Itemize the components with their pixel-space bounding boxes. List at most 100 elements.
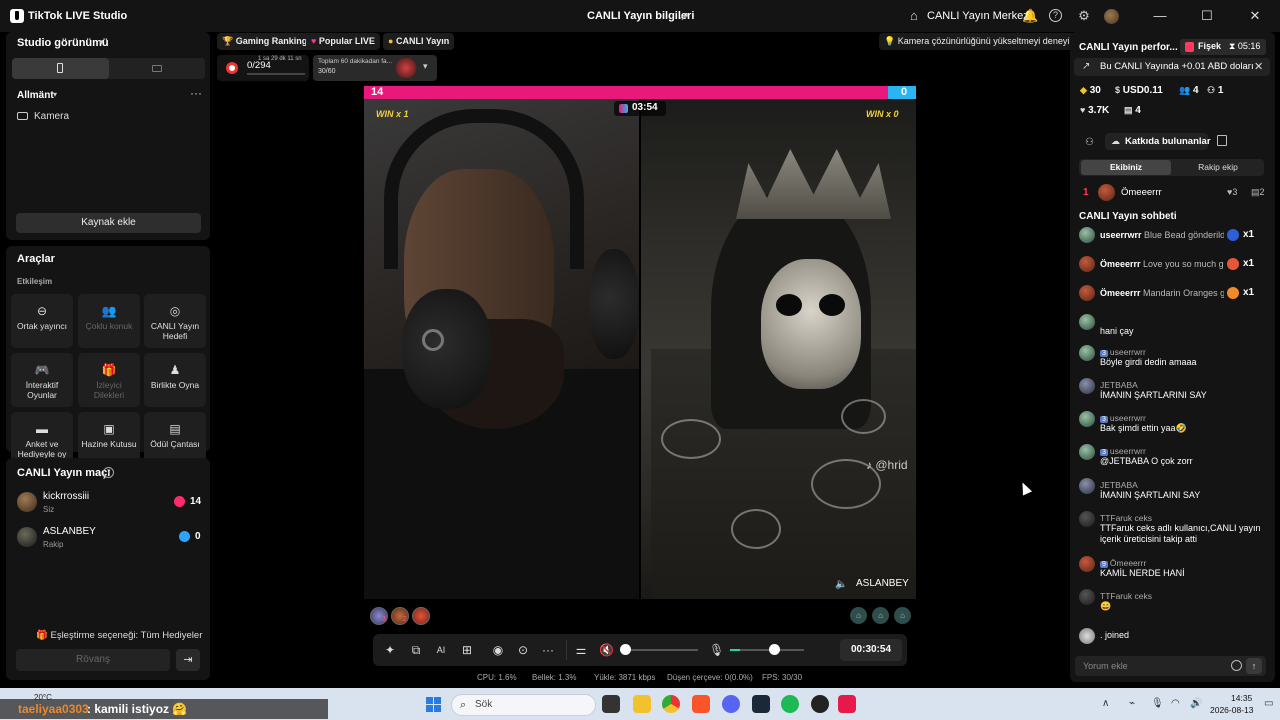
settings-sliders-icon[interactable]: ⚌: [574, 643, 588, 657]
ai-icon[interactable]: AI: [434, 643, 448, 657]
chat-username[interactable]: JETBABA: [1100, 480, 1138, 490]
notification-icon[interactable]: ▭: [1264, 698, 1273, 709]
windows-start-icon[interactable]: [426, 697, 442, 713]
magic-wand-icon[interactable]: ✦: [383, 643, 397, 657]
avatar[interactable]: [1079, 511, 1095, 527]
tool-target[interactable]: ◎ CANLI Yayın Hedefi: [144, 294, 206, 348]
add-overlay-icon[interactable]: ⊞: [460, 643, 474, 657]
send-button[interactable]: ↑: [1246, 658, 1262, 674]
gift-user[interactable]: Ömeeerrr: [1100, 288, 1141, 298]
top-viewer-avatar[interactable]: [412, 607, 430, 625]
more-icon[interactable]: ···: [190, 86, 202, 100]
chevron-down-icon[interactable]: ▾: [99, 37, 104, 48]
chat-username[interactable]: JETBABA: [1100, 380, 1138, 390]
gear-icon[interactable]: ⚙: [1076, 8, 1092, 24]
maximize-button[interactable]: ☐: [1196, 6, 1218, 26]
brave-icon[interactable]: [692, 695, 710, 713]
minimize-button[interactable]: —: [1149, 6, 1171, 26]
add-source-button[interactable]: Kaynak ekle: [16, 213, 201, 233]
avatar[interactable]: [1079, 589, 1095, 605]
avatar[interactable]: [1079, 285, 1095, 301]
mic-volume-knob[interactable]: [769, 644, 780, 655]
microphone-icon[interactable]: 🎙: [1151, 698, 1164, 709]
avatar[interactable]: [1104, 9, 1119, 24]
rank-name[interactable]: Ömeeerrr: [1121, 187, 1162, 198]
avatar[interactable]: [1079, 227, 1095, 243]
avatar[interactable]: [1079, 556, 1095, 572]
scene-label[interactable]: Allmänt: [17, 90, 54, 101]
avatar[interactable]: [1079, 378, 1095, 394]
file-explorer-icon[interactable]: [633, 695, 651, 713]
close-icon[interactable]: ✕: [1254, 60, 1263, 73]
studio-view-label[interactable]: Studio görünümü: [17, 37, 109, 49]
speaker-muted-icon[interactable]: 🔇: [599, 643, 614, 657]
more-icon[interactable]: ···: [541, 643, 555, 657]
taskbar-search[interactable]: [451, 694, 596, 716]
list-icon[interactable]: [1217, 135, 1227, 146]
empty-seat-icon[interactable]: ⌂: [872, 607, 889, 624]
avatar[interactable]: [1079, 444, 1095, 460]
volume-icon[interactable]: 🔊: [1190, 698, 1202, 709]
microphone-icon[interactable]: 🎙: [709, 643, 724, 657]
close-button[interactable]: ✕: [1244, 6, 1266, 26]
tool-play-together[interactable]: ♟ Birlikte Oyna: [144, 353, 206, 407]
spotify-icon[interactable]: [781, 695, 799, 713]
avatar[interactable]: [1079, 411, 1095, 427]
tool-multi-guest[interactable]: 👥 Çoklu konuk: [78, 294, 140, 348]
chevron-up-icon[interactable]: ∧: [1102, 698, 1109, 709]
avatar[interactable]: [1079, 256, 1095, 272]
gift-user[interactable]: Ömeeerrr: [1100, 259, 1141, 269]
exit-match-button[interactable]: ⇥: [176, 649, 200, 671]
help-icon[interactable]: ?: [103, 467, 114, 478]
performance-title[interactable]: CANLI Yayın perfor...: [1079, 42, 1178, 53]
tab-our-team[interactable]: Ekibiniz: [1081, 160, 1171, 175]
speaker-icon[interactable]: 🔈: [835, 579, 847, 590]
avatar[interactable]: [1079, 314, 1095, 330]
add-user-icon[interactable]: ⚇: [1085, 137, 1094, 148]
speaker-volume-knob[interactable]: [620, 644, 631, 655]
chip-popular-live[interactable]: ♥ Popular LIVE: [306, 33, 380, 50]
network-icon[interactable]: ⌁: [1129, 698, 1135, 709]
emoji-icon[interactable]: [1231, 660, 1242, 671]
chat-username[interactable]: 9 Ömeeerrr: [1100, 558, 1146, 568]
share-icon[interactable]: ⇗: [679, 9, 693, 23]
chrome-icon[interactable]: [662, 695, 680, 713]
wifi-icon[interactable]: ◠: [1171, 698, 1180, 709]
live-center-link[interactable]: CANLI Yayın Merkezi: [927, 10, 1031, 22]
tool-gift[interactable]: 🎁 İzleyici Dilekleri: [78, 353, 140, 407]
help-icon[interactable]: ?: [1049, 9, 1062, 22]
record-icon[interactable]: ◉: [491, 643, 505, 657]
discord-icon[interactable]: [722, 695, 740, 713]
chevron-down-icon[interactable]: ▾: [423, 61, 428, 72]
clock-time[interactable]: 14:35: [1231, 693, 1252, 703]
screenshot-icon[interactable]: ⊙: [516, 643, 530, 657]
rematch-button[interactable]: Rövanş: [16, 649, 170, 671]
tool-gamepad[interactable]: 🎮 İnteraktif Oyunlar: [11, 353, 73, 407]
tool-link[interactable]: ⊖ Ortak yayıncı: [11, 294, 73, 348]
tab-opponent-team[interactable]: Rakip ekip: [1173, 160, 1263, 175]
bell-icon[interactable]: 🔔: [1022, 8, 1038, 24]
home-icon[interactable]: ⌂: [910, 8, 918, 23]
avatar[interactable]: [1098, 184, 1115, 201]
clock-date[interactable]: 2026-08-13: [1210, 705, 1253, 715]
chat-username[interactable]: 3 useerrwrr: [1100, 347, 1146, 357]
source-camera[interactable]: Kamera: [34, 111, 69, 122]
tiktok-live-icon[interactable]: [838, 695, 856, 713]
chat-username[interactable]: 3 useerrwrr: [1100, 446, 1146, 456]
empty-seat-icon[interactable]: ⌂: [850, 607, 867, 624]
steam-icon[interactable]: [752, 695, 770, 713]
pairing-option[interactable]: 🎁 Eşleştirme seçeneği: Tüm Hediyeler: [36, 630, 202, 641]
chat-username[interactable]: 3 useerrwrr: [1100, 413, 1146, 423]
chip-live[interactable]: ● CANLI Yayın: [383, 33, 455, 50]
effects-icon[interactable]: ⧉: [409, 643, 423, 657]
landscape-icon[interactable]: [152, 65, 162, 72]
chat-username[interactable]: TTFaruk ceks: [1100, 591, 1152, 601]
empty-seat-icon[interactable]: ⌂: [894, 607, 911, 624]
chat-username[interactable]: TTFaruk ceks: [1100, 513, 1152, 523]
gift-user[interactable]: useerrwrr: [1100, 230, 1142, 240]
task-view-icon[interactable]: [602, 695, 620, 713]
obs-icon[interactable]: [811, 695, 829, 713]
avatar[interactable]: [1079, 478, 1095, 494]
speaker-volume-slider[interactable]: [620, 649, 698, 651]
avatar[interactable]: [1079, 345, 1095, 361]
